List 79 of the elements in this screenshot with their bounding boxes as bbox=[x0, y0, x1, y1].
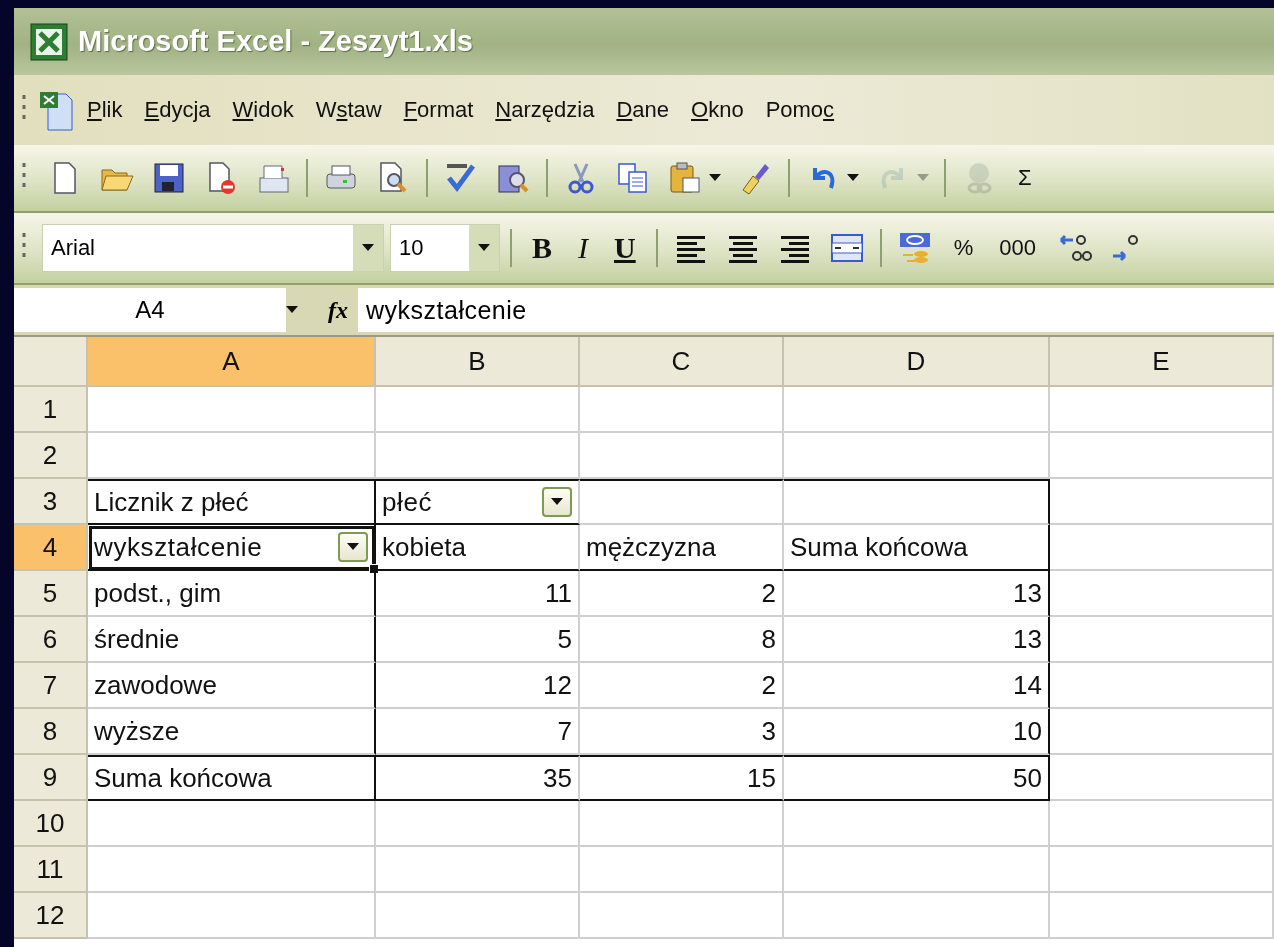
row-header[interactable]: 8 bbox=[14, 709, 88, 755]
caret-icon bbox=[362, 244, 374, 252]
row-header[interactable]: 10 bbox=[14, 801, 88, 847]
table-cell: 7 bbox=[376, 709, 580, 755]
table-cell: Licznik z płeć bbox=[88, 479, 376, 525]
row-header[interactable]: 7 bbox=[14, 663, 88, 709]
formula-field[interactable]: wykształcenie bbox=[358, 288, 1274, 332]
table-cell: Suma końcowa bbox=[784, 525, 1050, 571]
table-cell: Suma końcowa bbox=[88, 755, 376, 801]
table-cell: 14 bbox=[784, 663, 1050, 709]
row-header[interactable]: 6 bbox=[14, 617, 88, 663]
window-title: Microsoft Excel - Zeszyt1.xls bbox=[78, 25, 473, 58]
font-size-field[interactable]: 10 bbox=[390, 224, 500, 272]
caret-icon bbox=[478, 244, 490, 252]
table-cell: 12 bbox=[376, 663, 580, 709]
menu-item[interactable]: Wstaw bbox=[304, 93, 393, 127]
table-cell: mężczyzna bbox=[580, 525, 784, 571]
column-header[interactable]: B bbox=[376, 337, 580, 387]
toolbar-button[interactable]: Σ bbox=[1008, 154, 1042, 202]
menu-item[interactable]: Format bbox=[392, 93, 485, 127]
toolbar-button[interactable]: % bbox=[943, 224, 984, 272]
row-header[interactable]: 11 bbox=[14, 847, 88, 893]
toolbar-button[interactable]: B bbox=[522, 224, 562, 272]
row-header[interactable]: 4 bbox=[14, 525, 88, 571]
spreadsheet-app-icon bbox=[30, 22, 68, 61]
menu-item[interactable]: Dane bbox=[605, 93, 680, 127]
menu-item[interactable]: Pomoc bbox=[754, 93, 846, 127]
dropdown-button[interactable] bbox=[542, 487, 572, 517]
row-header[interactable]: 12 bbox=[14, 893, 88, 939]
table-cell: 50 bbox=[784, 755, 1050, 801]
name-box-caret-icon bbox=[286, 306, 298, 314]
table-cell: wyższe bbox=[88, 709, 376, 755]
caret-icon bbox=[551, 498, 563, 506]
table-cell: 13 bbox=[784, 571, 1050, 617]
table-cell: podst., gim bbox=[88, 571, 376, 617]
dropdown-caret-icon bbox=[709, 174, 721, 182]
table-cell: 2 bbox=[580, 663, 784, 709]
table-cell: 13 bbox=[784, 617, 1050, 663]
row-header[interactable]: 1 bbox=[14, 387, 88, 433]
pivot-field-cell[interactable]: wykształcenie bbox=[88, 525, 376, 571]
row-header[interactable]: 3 bbox=[14, 479, 88, 525]
pivot-field-cell[interactable]: płeć bbox=[376, 479, 580, 525]
dropdown-caret-icon bbox=[917, 174, 929, 182]
function-label[interactable]: fx bbox=[328, 296, 348, 324]
cell-text: wykształcenie bbox=[94, 531, 263, 563]
dropdown-button[interactable] bbox=[338, 532, 368, 562]
menu-item[interactable]: Narzędzia bbox=[484, 93, 606, 127]
table-cell: kobieta bbox=[376, 525, 580, 571]
menu-item[interactable]: Widok bbox=[221, 93, 305, 127]
row-header[interactable]: 5 bbox=[14, 571, 88, 617]
row-header[interactable]: 2 bbox=[14, 433, 88, 479]
menu-item[interactable]: Edycja bbox=[133, 93, 222, 127]
table-cell: średnie bbox=[88, 617, 376, 663]
toolbar-button[interactable]: 000 bbox=[989, 224, 1046, 272]
column-header[interactable]: A bbox=[88, 337, 376, 387]
toolbar-button[interactable]: U bbox=[604, 224, 646, 272]
paste-icon bbox=[667, 160, 703, 196]
table-cell: 3 bbox=[580, 709, 784, 755]
column-header[interactable]: D bbox=[784, 337, 1050, 387]
table-cell: 15 bbox=[580, 755, 784, 801]
caret-icon bbox=[347, 543, 359, 551]
column-header[interactable]: E bbox=[1050, 337, 1274, 387]
save-icon bbox=[151, 160, 187, 196]
menu-item[interactable]: Plik bbox=[76, 93, 134, 127]
cell-text: płeć bbox=[382, 486, 433, 518]
name-box[interactable]: A4 bbox=[14, 288, 286, 332]
column-header[interactable]: C bbox=[580, 337, 784, 387]
row-header[interactable]: 9 bbox=[14, 755, 88, 801]
table-cell: 5 bbox=[376, 617, 580, 663]
table-cell: zawodowe bbox=[88, 663, 376, 709]
table-cell: 10 bbox=[784, 709, 1050, 755]
table-cell: 11 bbox=[376, 571, 580, 617]
table-cell: 8 bbox=[580, 617, 784, 663]
table-cell: 35 bbox=[376, 755, 580, 801]
dropdown-caret-icon bbox=[847, 174, 859, 182]
font-name-field[interactable]: Arial bbox=[42, 224, 384, 272]
table-cell: 2 bbox=[580, 571, 784, 617]
toolbar-button[interactable]: I bbox=[568, 224, 598, 272]
menu-item[interactable]: Okno bbox=[680, 93, 755, 127]
